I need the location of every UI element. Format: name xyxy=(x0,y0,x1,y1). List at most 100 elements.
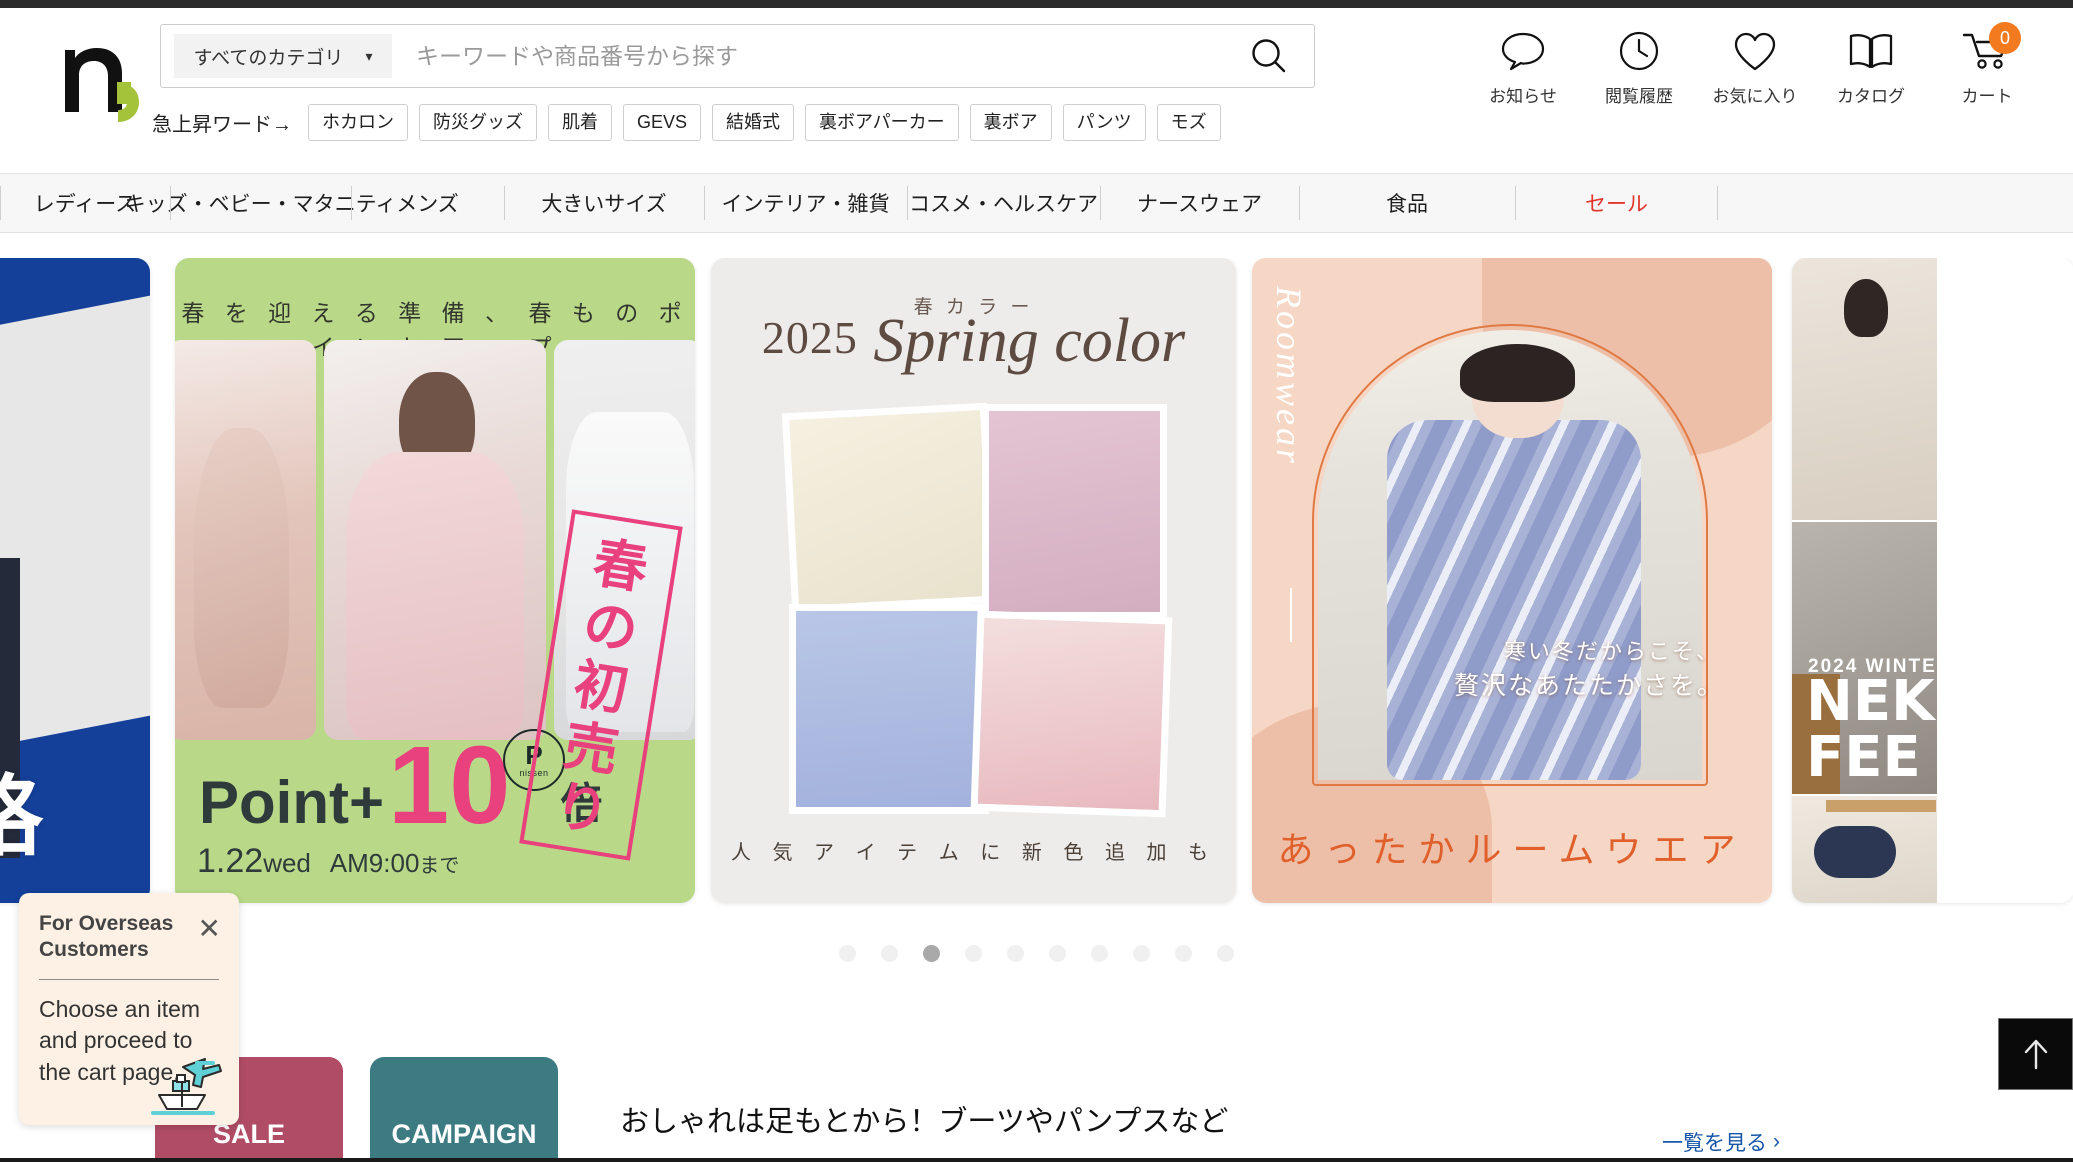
carousel-dot[interactable] xyxy=(1175,945,1192,962)
header-favorites[interactable]: お気に入り xyxy=(1697,26,1813,107)
trending-tag[interactable]: 肌着 xyxy=(548,104,612,141)
slide-point10-number: 10 xyxy=(388,723,511,847)
slide-neko-title2: FEE xyxy=(1806,725,1921,790)
close-icon[interactable]: ✕ xyxy=(198,915,221,943)
header-catalog[interactable]: カタログ xyxy=(1813,26,1929,107)
search-icon xyxy=(1252,39,1286,73)
carousel-slide-spring-color[interactable]: 春 カ ラ ー 2025 Spring color 人 気 ア イ テ ム に … xyxy=(711,258,1236,903)
carousel-dot[interactable] xyxy=(881,945,898,962)
nav-label: ナースウェア xyxy=(1137,193,1262,216)
browser-top-strip xyxy=(0,0,2073,8)
carousel-slide-price[interactable]: 格 rice! 1.22(水) AM9:00まで xyxy=(0,258,150,903)
trending-label: 急上昇ワード→ xyxy=(152,113,292,136)
site-logo[interactable] xyxy=(45,30,165,125)
search-button[interactable] xyxy=(1224,25,1314,87)
chevron-right-icon: › xyxy=(1773,1130,1780,1153)
slide-spring-photo-grid xyxy=(781,402,1173,818)
header-history-label: 閲覧履歴 xyxy=(1605,87,1673,106)
slide-roomwear-photo xyxy=(1318,330,1702,780)
trending-tag[interactable]: 防災グッズ xyxy=(419,104,537,141)
carousel-dot[interactable] xyxy=(965,945,982,962)
trending-tag[interactable]: ホカロン xyxy=(308,104,408,141)
slide-photo-striped-tee xyxy=(970,610,1173,818)
slide-spring-footer: 人 気 ア イ テ ム に 新 色 追 加 も xyxy=(730,842,1217,864)
nav-item-cosme-healthcare[interactable]: コスメ・ヘルスケア xyxy=(907,174,1100,232)
nav-item-food[interactable]: 食品 xyxy=(1299,174,1515,232)
popup-divider xyxy=(39,978,219,980)
header-favorites-label: お気に入り xyxy=(1712,87,1798,106)
header-notifications[interactable]: お知らせ xyxy=(1465,26,1581,107)
search-input[interactable] xyxy=(392,26,1224,86)
nav-label: インテリア・雑貨 xyxy=(721,193,890,216)
section-title: おしゃれは足もとから！ブーツやパンプスなど xyxy=(620,1106,1229,1138)
nav-item-kids-baby-maternity[interactable]: キッズ・ベビー・マタニティ xyxy=(125,174,396,232)
nav-item-interior-goods[interactable]: インテリア・雑貨 xyxy=(704,174,907,232)
slide-photo-cream-shirt xyxy=(781,402,998,614)
slide-neko-photo-bottom xyxy=(1792,796,1937,903)
slide-point10-date-num: 1.22 xyxy=(197,842,264,880)
slide-point10-date-time: AM9:00 xyxy=(329,848,420,878)
slide-photo-blue-knit xyxy=(789,604,989,814)
slide-photo-pink-sweat xyxy=(982,404,1167,619)
carousel-dot-active[interactable] xyxy=(923,945,940,962)
slide-spring-year: 2025 xyxy=(761,312,858,363)
slide-neko-title1: NEK xyxy=(1806,669,1935,734)
trending-tag[interactable]: パンツ xyxy=(1062,104,1146,141)
slide-roomwear-pajama xyxy=(1387,420,1641,780)
cart-count-badge: 0 xyxy=(1989,22,2021,54)
carousel-slide-point10[interactable]: 春 を 迎 え る 準 備 、 春 も の ポ イ ン ト ア ッ プ Poin… xyxy=(175,258,695,903)
trending-tag[interactable]: 裏ボア xyxy=(969,104,1052,141)
header-catalog-label: カタログ xyxy=(1837,87,1905,106)
carousel-dot[interactable] xyxy=(1133,945,1150,962)
nav-item-nursewear[interactable]: ナースウェア xyxy=(1100,174,1299,232)
trending-tag[interactable]: GEVS xyxy=(623,104,702,141)
carousel-slide-nekofeel[interactable]: 2024 WINTER NEK FEE xyxy=(1792,258,2073,903)
header-cart-label: カート xyxy=(1961,87,2013,106)
carousel-dot[interactable] xyxy=(839,945,856,962)
carousel-dot[interactable] xyxy=(1217,945,1234,962)
carousel-dot[interactable] xyxy=(1049,945,1066,962)
clock-icon xyxy=(1616,26,1662,76)
nav-item-mens[interactable]: メンズ xyxy=(351,174,504,232)
carousel-slide-roomwear[interactable]: Roomwear 寒い冬だからこそ、 贅沢なあたたかさを。 あったかルームウエア xyxy=(1252,258,1772,903)
page-bottom-edge xyxy=(0,1158,2073,1162)
slide-price-panel xyxy=(0,285,150,771)
header-utility-icons: お知らせ 閲覧履歴 お気に入り カタログ 0 カート xyxy=(1465,22,2045,107)
slide-photo-jacket xyxy=(323,340,547,740)
site-header: すべてのカテゴリ ▾ 急上昇ワード→ ホカロン 防災グッズ 肌着 GEVS 結婚… xyxy=(0,8,2073,173)
header-cart[interactable]: 0 カート xyxy=(1929,22,2045,107)
nav-item-sale[interactable]: セール xyxy=(1515,174,1718,232)
slide-spring-title-text: Spring color xyxy=(873,307,1186,375)
trending-tag[interactable]: 結婚式 xyxy=(712,104,795,141)
slide-roomwear-copy1: 寒い冬だからこそ、 xyxy=(1503,639,1720,664)
category-select[interactable]: すべてのカテゴリ ▾ xyxy=(174,34,392,78)
scroll-to-top-button[interactable] xyxy=(1998,1018,2073,1090)
tile-campaign[interactable]: CAMPAIGN xyxy=(370,1057,558,1162)
category-select-label: すべてのカテゴリ xyxy=(193,47,344,69)
trending-keywords: 急上昇ワード→ ホカロン 防災グッズ 肌着 GEVS 結婚式 裏ボアパーカー 裏… xyxy=(152,104,1221,141)
page-root: すべてのカテゴリ ▾ 急上昇ワード→ ホカロン 防災グッズ 肌着 GEVS 結婚… xyxy=(0,0,2073,1162)
slide-photo-lingerie xyxy=(175,340,316,740)
trending-tag[interactable]: 裏ボアパーカー xyxy=(805,104,959,141)
nav-label: 食品 xyxy=(1386,193,1428,216)
heart-icon xyxy=(1731,26,1779,76)
slide-point10-date-suffix: まで xyxy=(419,855,460,877)
see-all-link[interactable]: 一覧を見る › xyxy=(1662,1127,1780,1157)
carousel-dot[interactable] xyxy=(1007,945,1024,962)
tile-campaign-label: CAMPAIGN xyxy=(391,1119,537,1149)
overseas-customers-popup: For Overseas Customers ✕ Choose an item … xyxy=(19,893,239,1125)
carousel-dots xyxy=(0,945,2073,962)
slide-roomwear-model-hair xyxy=(1460,343,1576,402)
search-bar: すべてのカテゴリ ▾ xyxy=(160,24,1315,88)
nav-item-large-sizes[interactable]: 大きいサイズ xyxy=(504,174,704,232)
slide-point10-date-day: wed xyxy=(263,848,311,878)
slide-point10-date: 1.22wed AM9:00まで xyxy=(197,842,459,881)
header-history[interactable]: 閲覧履歴 xyxy=(1581,26,1697,107)
carousel-dot[interactable] xyxy=(1091,945,1108,962)
slide-neko-photo-top xyxy=(1792,258,1937,520)
book-icon xyxy=(1847,26,1895,76)
see-all-label: 一覧を見る xyxy=(1662,1132,1767,1155)
trending-tag[interactable]: モズ xyxy=(1156,104,1221,141)
header-notifications-label: お知らせ xyxy=(1489,87,1557,106)
slide-point10-label: Point+ xyxy=(199,769,385,836)
